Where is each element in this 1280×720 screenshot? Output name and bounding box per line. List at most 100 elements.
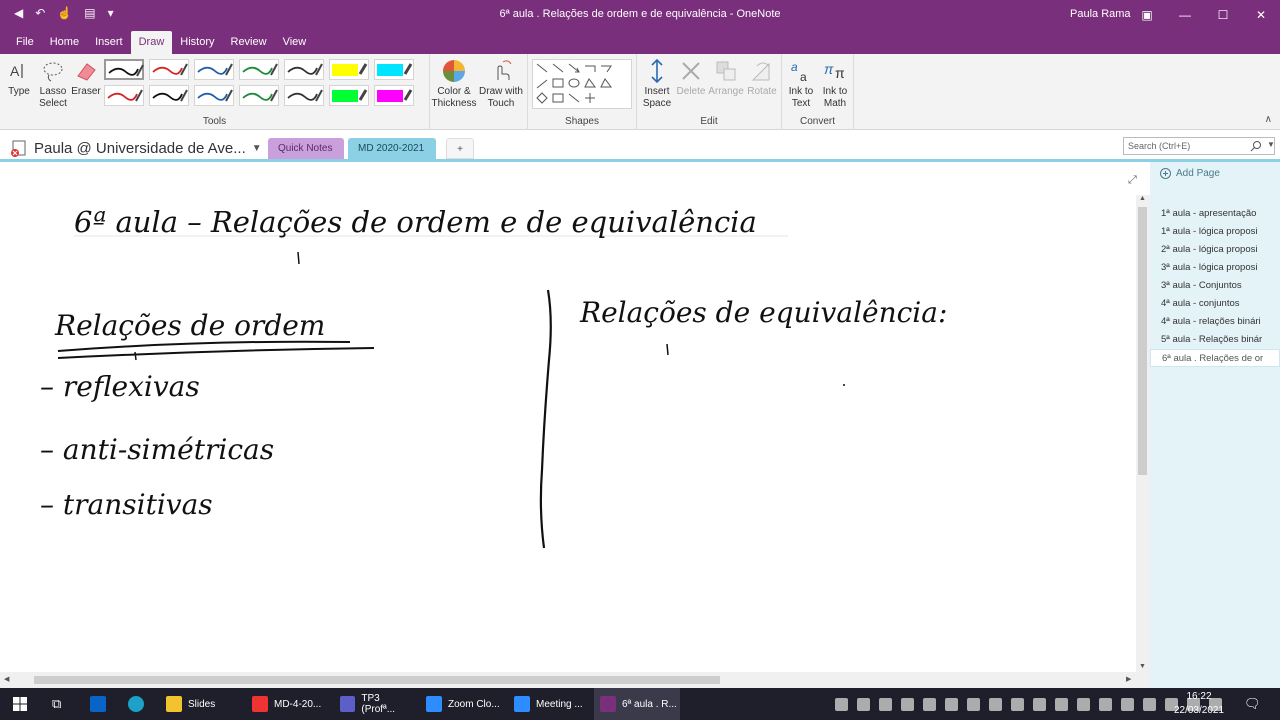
tray-icon[interactable] [857,697,870,711]
tab-history[interactable]: History [172,31,222,54]
tray-icon[interactable] [1143,697,1156,711]
taskbar-teams[interactable]: TP3 (Profª... [334,688,414,720]
pen-swatch[interactable] [194,85,234,106]
windows-logo-icon [13,697,27,711]
taskbar-onenote[interactable]: 6ª aula . R... [594,688,680,720]
page-item[interactable]: 1ª aula - lógica proposi [1150,223,1280,241]
start-button[interactable] [12,688,28,720]
notifications-button[interactable]: 🗨 [1244,688,1261,720]
pen-swatch[interactable] [329,59,369,80]
pen-swatch[interactable] [284,85,324,106]
taskbar-slides[interactable]: Slides [160,688,238,720]
section-quick-notes[interactable]: Quick Notes [268,138,344,159]
ink-to-math-button[interactable]: ππ Ink to Math [818,58,852,110]
scroll-right-icon[interactable]: ▶ [1126,675,1131,683]
pages-pane: Add Page 1ª aula - apresentação 1ª aula … [1150,162,1280,688]
draw-with-touch-button[interactable]: Draw with Touch [476,58,526,110]
page-canvas[interactable]: 6ª aula – Relações de ordem e de equival… [0,162,1137,672]
pen-swatch[interactable] [239,59,279,80]
delete-button[interactable]: Delete [675,58,707,98]
scroll-left-icon[interactable]: ◀ [4,675,9,683]
tab-file[interactable]: File [8,31,42,54]
ink-to-text-button[interactable]: aa Ink to Text [784,58,818,110]
expand-icon[interactable]: ⤢ [1128,174,1137,187]
taskbar-zoom-meeting[interactable]: Meeting ... [508,688,590,720]
tab-draw[interactable]: Draw [130,31,173,54]
outlook-icon [90,696,106,712]
scroll-down-icon[interactable]: ▼ [1139,663,1146,670]
clock[interactable]: 16:22 22/03/2021 [1168,690,1230,718]
pen-swatch[interactable] [374,85,414,106]
tray-icon[interactable] [879,697,892,711]
search-icon[interactable] [1250,140,1262,152]
pen-swatch[interactable] [104,59,144,80]
insert-space-button[interactable]: Insert Space [639,58,675,110]
page-item[interactable]: 4ª aula - relações binári [1150,313,1280,331]
pen-swatch[interactable] [194,59,234,80]
tray-icon[interactable] [945,697,958,711]
horizontal-scrollbar[interactable]: ◀ ▶ [0,672,1150,688]
taskbar-zoom-cloud[interactable]: Zoom Clo... [420,688,502,720]
add-section-button[interactable]: + [446,138,474,159]
edge-button[interactable] [128,688,144,720]
vertical-scroll-thumb[interactable] [1138,207,1147,475]
tray-icon[interactable] [1033,697,1046,711]
collapse-ribbon-icon[interactable]: ∧ [1265,114,1272,125]
lasso-select-button[interactable]: Lasso Select [36,58,70,110]
type-button[interactable]: A Type [4,58,34,98]
color-thickness-button[interactable]: Color & Thickness [430,58,478,110]
horizontal-scroll-thumb[interactable] [34,676,720,684]
pen-swatch[interactable] [149,59,189,80]
section-md-2020-2021[interactable]: MD 2020-2021 [348,138,436,159]
vertical-scrollbar[interactable]: ▲ ▼ [1136,195,1150,672]
tray-icon[interactable] [1121,697,1134,711]
outlook-button[interactable] [90,688,106,720]
minimize-icon[interactable]: — [1166,0,1204,30]
tray-icon[interactable] [989,697,1002,711]
pen-swatch[interactable] [284,59,324,80]
tab-review[interactable]: Review [223,31,275,54]
tray-icon[interactable] [1055,697,1068,711]
page-item[interactable]: 1ª aula - apresentação [1150,205,1280,223]
tray-icon[interactable] [1011,697,1024,711]
tray-icon[interactable] [1077,697,1090,711]
page-item[interactable]: 2ª aula - lógica proposi [1150,241,1280,259]
page-item[interactable]: 3ª aula - lógica proposi [1150,259,1280,277]
pen-swatch[interactable] [104,85,144,106]
scroll-up-icon[interactable]: ▲ [1139,195,1146,202]
tray-icon[interactable] [901,697,914,711]
page-item-active[interactable]: 6ª aula . Relações de or [1150,349,1280,367]
pen-swatch[interactable] [329,85,369,106]
pen-swatch[interactable] [239,85,279,106]
shapes-gallery[interactable] [532,59,632,109]
page-item[interactable]: 4ª aula - conjuntos [1150,295,1280,313]
pen-swatch[interactable] [149,85,189,106]
tray-icon[interactable] [967,697,980,711]
search-scope-chevron-icon[interactable]: ▼ [1267,140,1275,149]
tray-icon[interactable] [1099,697,1112,711]
ink-tick-mark-3 [666,343,669,356]
arrange-button[interactable]: Arrange [707,58,745,98]
tab-insert[interactable]: Insert [87,31,131,54]
pen-swatch[interactable] [374,59,414,80]
ink-title: 6ª aula – Relações de ordem e de equival… [74,205,757,239]
maximize-icon[interactable]: ☐ [1204,0,1242,30]
notebook-selector[interactable]: Paula @ Universidade de Ave... ▼ [10,139,262,157]
system-tray [835,688,1222,720]
edit-group: Insert Space Delete Arrange Rotate Edit [637,54,782,130]
task-view-button[interactable]: ⧉ [52,688,61,720]
eraser-button[interactable]: Eraser [70,58,102,98]
tab-view[interactable]: View [275,31,315,54]
add-page-button[interactable]: Add Page [1160,168,1220,179]
user-name[interactable]: Paula Rama [1070,8,1131,20]
ribbon-display-icon[interactable]: ▣ [1128,0,1166,30]
ink-left-underline-2 [57,347,375,359]
close-icon[interactable]: ✕ [1242,0,1280,30]
tray-icon[interactable] [835,697,848,711]
rotate-button[interactable]: Rotate [745,58,779,98]
tray-icon[interactable] [923,697,936,711]
taskbar-pdf[interactable]: MD-4-20... [246,688,326,720]
tab-home[interactable]: Home [42,31,87,54]
page-item[interactable]: 5ª aula - Relações binár [1150,331,1280,349]
page-item[interactable]: 3ª aula - Conjuntos [1150,277,1280,295]
